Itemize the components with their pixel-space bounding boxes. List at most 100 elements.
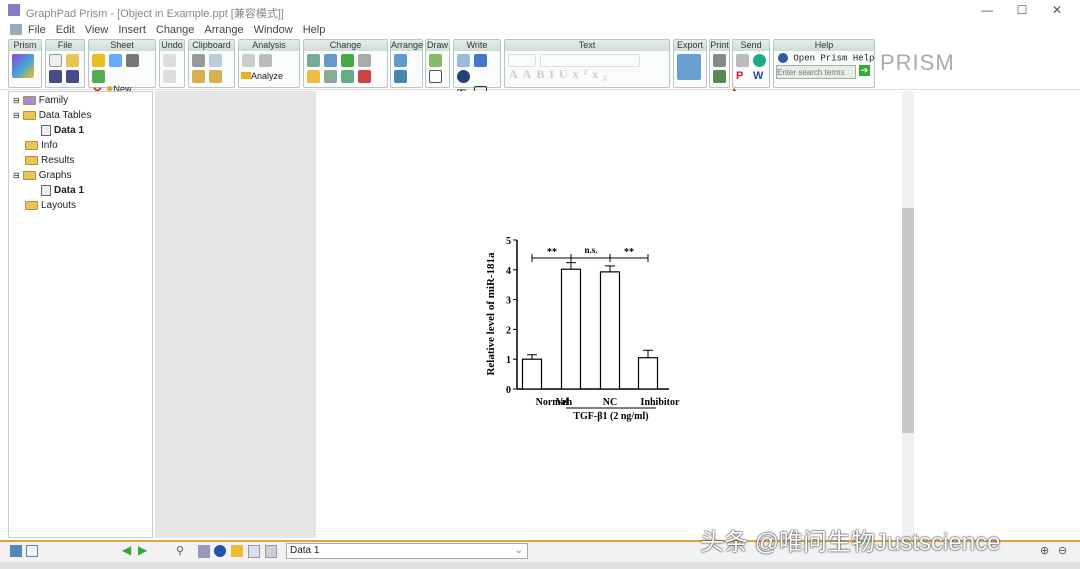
folder-icon: [22, 111, 36, 120]
save-icon[interactable]: [49, 70, 62, 83]
open-help-button[interactable]: Open Prism Help: [793, 53, 874, 63]
font-family-select[interactable]: [540, 54, 640, 67]
pencil-icon[interactable]: [92, 54, 105, 67]
copy-icon[interactable]: [209, 54, 222, 67]
axes-icon[interactable]: [324, 54, 337, 67]
save-as-icon[interactable]: [66, 70, 79, 83]
print-preview-icon[interactable]: [713, 70, 726, 83]
minimize-button[interactable]: —: [972, 3, 1002, 19]
y-tick-label: 0: [506, 385, 511, 396]
data-sheet-icon[interactable]: [198, 545, 210, 558]
graph-icon[interactable]: [248, 545, 260, 558]
tree-data-tables[interactable]: ⊟ Data Tables: [13, 110, 91, 121]
group-draw: Draw: [425, 39, 450, 88]
magic-icon[interactable]: [126, 54, 139, 67]
info-icon[interactable]: [457, 70, 470, 83]
search-go-icon[interactable]: ➔: [859, 65, 870, 77]
align-icon[interactable]: [394, 54, 407, 67]
y-tick-label: 1: [506, 355, 511, 366]
open-icon[interactable]: [66, 54, 79, 67]
pin-icon[interactable]: [92, 70, 105, 83]
order-icon[interactable]: [394, 70, 407, 83]
folder-icon: [22, 96, 36, 105]
prism-logo: PRISM: [880, 50, 955, 75]
menu-window[interactable]: Window: [254, 24, 293, 36]
layout-icon[interactable]: [265, 545, 277, 558]
tree-family[interactable]: ⊟ Family: [13, 95, 68, 106]
email-icon[interactable]: [736, 54, 749, 67]
rectangle-icon[interactable]: [429, 70, 442, 83]
print-icon[interactable]: [713, 54, 726, 67]
format-axes-icon[interactable]: [341, 70, 354, 83]
title-bar: GraphPad Prism - [Object in Example.ppt …: [0, 0, 1080, 22]
snowflake-icon[interactable]: [109, 54, 122, 67]
rotate-icon[interactable]: [358, 54, 371, 67]
view-icon[interactable]: [10, 545, 22, 557]
menu-help[interactable]: Help: [303, 24, 326, 36]
group-help: Help Open Prism Help ➔: [773, 39, 875, 88]
web-icon[interactable]: [753, 54, 766, 67]
tree-results[interactable]: Results: [25, 155, 74, 166]
menu-file[interactable]: File: [28, 24, 46, 36]
zoom-in-icon[interactable]: ⊕: [1040, 544, 1049, 557]
equation-icon[interactable]: [457, 54, 470, 67]
tree-label: Data 1: [54, 125, 85, 136]
send-powerpoint-icon[interactable]: P: [736, 70, 749, 83]
wand-icon[interactable]: [307, 70, 320, 83]
undo-icon[interactable]: [163, 54, 176, 67]
y-tick-label: 4: [506, 266, 511, 277]
send-word-icon[interactable]: W: [753, 70, 766, 83]
paste-special-icon[interactable]: [209, 70, 222, 83]
chart-icon[interactable]: [242, 54, 255, 67]
shape-icon[interactable]: [429, 54, 442, 67]
bar-chart[interactable]: 012345NormalVeh NC Inhibitor Relative leve…: [470, 230, 700, 430]
group-label: File: [46, 40, 84, 51]
prism-icon[interactable]: [12, 54, 34, 78]
redo-icon[interactable]: [163, 70, 176, 83]
paste-icon[interactable]: [192, 70, 205, 83]
format-icon[interactable]: [324, 70, 337, 83]
new-file-icon[interactable]: [49, 54, 62, 67]
sheet-select[interactable]: Data 1 ⌄: [286, 543, 528, 559]
menu-arrange[interactable]: Arrange: [204, 24, 243, 36]
bar-normal: [521, 358, 543, 390]
menu-insert[interactable]: Insert: [118, 24, 146, 36]
tree-graphs[interactable]: ⊟ Graphs: [13, 170, 72, 181]
export-tiff-icon[interactable]: [677, 54, 701, 80]
colors-icon[interactable]: [358, 70, 371, 83]
group-label: Arrange: [391, 40, 424, 51]
graph-type-icon[interactable]: [307, 54, 320, 67]
x-tick-label: Inhibitor: [641, 397, 680, 408]
menu-edit[interactable]: Edit: [56, 24, 75, 36]
bars-icon[interactable]: [341, 54, 354, 67]
cut-icon[interactable]: [192, 54, 205, 67]
taskbar-strip: [0, 562, 1080, 569]
sig-3: **: [624, 247, 634, 258]
word-icon[interactable]: [474, 54, 487, 67]
menu-change[interactable]: Change: [156, 24, 195, 36]
group-label: Draw: [426, 40, 449, 51]
app-icon: [8, 4, 20, 16]
info-sheet-icon[interactable]: [214, 545, 226, 557]
tree-layouts[interactable]: Layouts: [25, 200, 76, 211]
next-icon[interactable]: ▶: [138, 543, 147, 557]
help-search-input[interactable]: [776, 65, 856, 80]
close-button[interactable]: ✕: [1042, 3, 1072, 19]
scrollbar-thumb[interactable]: [902, 208, 914, 433]
zoom-out-icon[interactable]: ⊖: [1058, 544, 1067, 557]
tree-graph-data-1[interactable]: Data 1: [41, 185, 84, 196]
font-size-select[interactable]: [508, 54, 536, 67]
tree-label: Results: [41, 155, 75, 166]
menu-view[interactable]: View: [85, 24, 109, 36]
link-icon[interactable]: ⚲: [176, 544, 184, 557]
bar-inhibitor: [637, 357, 659, 390]
tree-info[interactable]: Info: [25, 140, 58, 151]
table-icon[interactable]: [259, 54, 272, 67]
maximize-button[interactable]: ☐: [1007, 3, 1037, 19]
gallery-icon[interactable]: [26, 545, 38, 557]
prev-icon[interactable]: ◀: [122, 543, 131, 557]
results-icon[interactable]: [231, 545, 243, 557]
text-format-icons[interactable]: AABIUx²x₂: [509, 67, 612, 81]
analyze-button[interactable]: Analyze: [251, 71, 283, 81]
tree-data-1[interactable]: Data 1: [41, 125, 84, 136]
